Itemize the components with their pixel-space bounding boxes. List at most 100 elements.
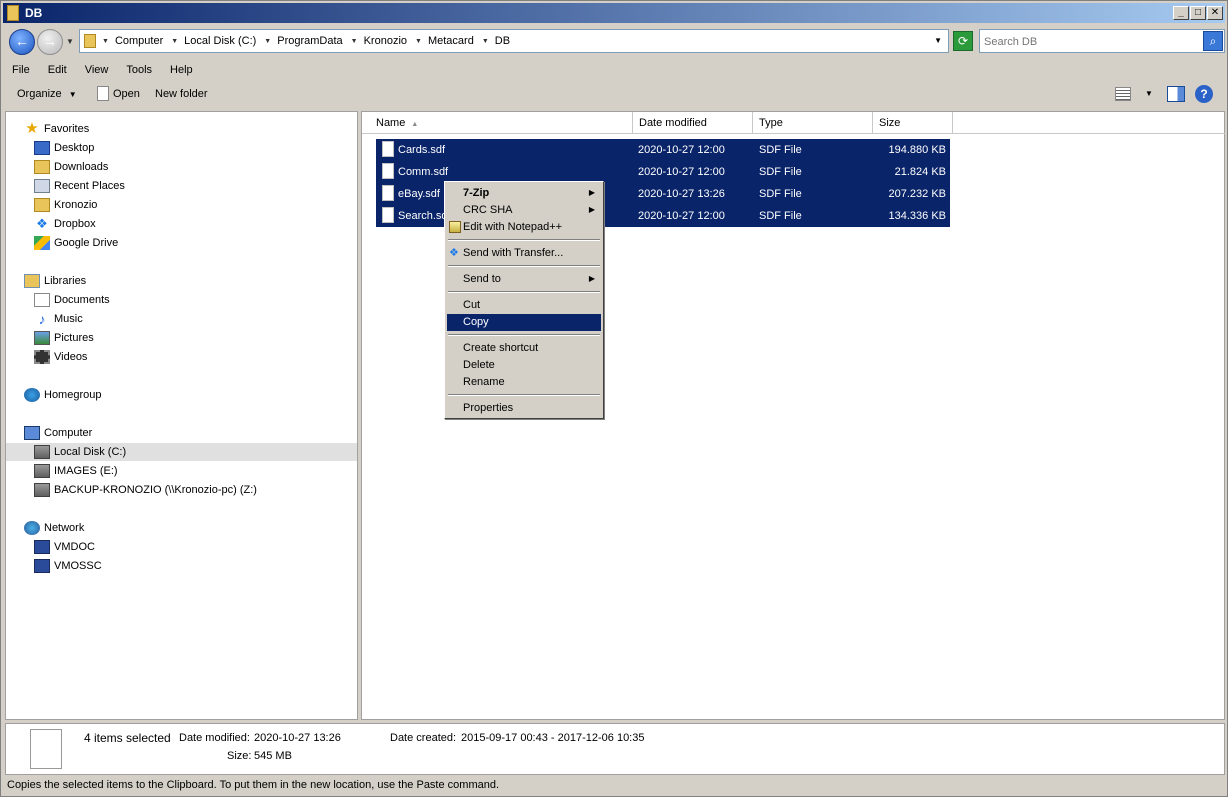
column-header-name[interactable]: Name ▲ [362, 112, 633, 134]
breadcrumb-item[interactable]: ▼ Kronozio [351, 35, 407, 47]
nav-documents[interactable]: Documents [34, 291, 110, 309]
network-drive-icon [34, 483, 50, 497]
libraries-icon [24, 274, 40, 288]
nav-vmossc[interactable]: VMOSSC [34, 557, 102, 575]
details-pane: 4 items selected Date modified: 2020-10-… [5, 723, 1225, 775]
menu-separator [448, 334, 600, 336]
menu-tools[interactable]: Tools [117, 61, 161, 81]
breadcrumb-item[interactable]: ▼ Metacard [415, 35, 474, 47]
address-field[interactable]: ▼ Computer ▼ Local Disk (C:) ▼ ProgramData … [79, 29, 949, 53]
size-value: 545 MB [254, 750, 292, 762]
star-icon: ★ [25, 120, 39, 137]
nav-dropbox[interactable]: ❖ Dropbox [34, 215, 95, 233]
chevron-down-icon[interactable]: ▼ [171, 38, 178, 45]
menu-item-create-shortcut[interactable]: Create shortcut [447, 340, 601, 357]
forward-button[interactable]: → [37, 29, 63, 55]
column-header-date[interactable]: Date modified [633, 112, 753, 134]
chevron-down-icon[interactable]: ▼ [415, 38, 422, 45]
nav-music[interactable]: ♪ Music [34, 310, 83, 328]
nav-downloads[interactable]: Downloads [34, 158, 108, 176]
menu-item-crc-sha[interactable]: CRC SHA ▶ [447, 202, 601, 219]
file-icon [382, 185, 394, 201]
table-row[interactable]: Cards.sdf 2020-10-27 12:00 SDF File 194.… [376, 139, 950, 161]
nav-desktop[interactable]: Desktop [34, 139, 94, 157]
menu-item-edit-notepad[interactable]: Edit with Notepad++ [447, 219, 601, 236]
network-icon [24, 521, 40, 535]
refresh-button[interactable]: ⟳ [953, 31, 973, 51]
dropbox-icon: ❖ [449, 247, 459, 259]
chevron-down-icon[interactable]: ▼ [264, 38, 271, 45]
nav-computer[interactable]: Computer [24, 424, 92, 442]
menu-item-delete[interactable]: Delete [447, 357, 601, 374]
menu-item-cut[interactable]: Cut [447, 297, 601, 314]
open-button[interactable]: Open [113, 88, 140, 100]
menu-item-rename[interactable]: Rename [447, 374, 601, 391]
address-history-chevron-icon[interactable]: ▼ [934, 36, 942, 45]
drive-icon [34, 445, 50, 459]
chevron-down-icon[interactable]: ▼ [1145, 89, 1153, 98]
folder-icon [84, 34, 96, 48]
column-header-filler [953, 112, 1225, 134]
status-bar: Copies the selected items to the Clipboa… [7, 779, 500, 791]
downloads-folder-icon [34, 160, 50, 174]
date-modified-label: Date modified: [179, 732, 250, 744]
recent-pages-chevron-icon[interactable]: ▼ [66, 37, 74, 46]
minimize-button[interactable]: _ [1173, 6, 1189, 20]
menu-item-properties[interactable]: Properties [447, 400, 601, 417]
menu-view[interactable]: View [76, 61, 118, 81]
menu-item-send-transfer[interactable]: ❖ Send with Transfer... [447, 245, 601, 262]
menu-separator [448, 239, 600, 241]
submenu-arrow-icon: ▶ [588, 205, 595, 214]
nav-libraries[interactable]: Libraries [24, 272, 86, 290]
chevron-down-icon[interactable]: ▼ [69, 90, 77, 99]
nav-network[interactable]: Network [24, 519, 84, 537]
search-icon[interactable]: ⌕ [1203, 31, 1223, 51]
close-button[interactable]: ✕ [1207, 6, 1223, 20]
table-row[interactable]: Comm.sdf 2020-10-27 12:00 SDF File 21.82… [376, 161, 950, 183]
desktop-icon [34, 141, 50, 155]
menu-item-copy[interactable]: Copy [447, 314, 601, 331]
chevron-down-icon[interactable]: ▼ [351, 38, 358, 45]
breadcrumb-item[interactable]: ▼ Local Disk (C:) [171, 35, 256, 47]
file-icon [97, 86, 109, 101]
nav-google-drive[interactable]: Google Drive [34, 234, 118, 252]
maximize-button[interactable]: □ [1190, 6, 1206, 20]
search-box[interactable]: ⌕ [979, 29, 1225, 53]
google-drive-icon [34, 236, 50, 250]
menu-item-send-to[interactable]: Send to ▶ [447, 271, 601, 288]
address-bar-row: ← → ▼ ▼ Computer ▼ Local Disk (C:) ▼ Progra… [3, 25, 1225, 59]
documents-icon [34, 293, 50, 307]
organize-button[interactable]: Organize ▼ [17, 88, 77, 100]
chevron-down-icon[interactable]: ▼ [482, 38, 489, 45]
search-input[interactable] [984, 34, 1194, 50]
nav-vmdoc[interactable]: VMDOC [34, 538, 95, 556]
menu-help[interactable]: Help [161, 61, 202, 81]
details-view-icon[interactable] [1115, 87, 1131, 101]
breadcrumb-item[interactable]: ▼ Computer [102, 35, 163, 47]
menu-item-7zip[interactable]: 7-Zip ▶ [447, 185, 601, 202]
chevron-down-icon[interactable]: ▼ [102, 38, 109, 45]
breadcrumb-item[interactable]: ▼ DB [482, 35, 510, 47]
menu-edit[interactable]: Edit [39, 61, 76, 81]
column-header-type[interactable]: Type [753, 112, 873, 134]
new-folder-button[interactable]: New folder [155, 88, 208, 100]
file-icon [382, 207, 394, 223]
nav-homegroup[interactable]: Homegroup [24, 386, 101, 404]
nav-local-disk-c[interactable]: Local Disk (C:) [6, 443, 357, 461]
command-bar: Organize ▼ Open New folder ▼ ? [3, 83, 1225, 107]
nav-pictures[interactable]: Pictures [34, 329, 94, 347]
column-header-size[interactable]: Size [873, 112, 953, 134]
breadcrumb-item[interactable]: ▼ ProgramData [264, 35, 342, 47]
nav-images-e[interactable]: IMAGES (E:) [34, 462, 118, 480]
preview-pane-icon[interactable] [1167, 86, 1185, 102]
nav-kronozio[interactable]: Kronozio [34, 196, 97, 214]
help-icon[interactable]: ? [1195, 85, 1213, 103]
computer-icon [34, 559, 50, 573]
menu-file[interactable]: File [3, 61, 39, 81]
date-modified-value: 2020-10-27 13:26 [254, 732, 341, 744]
back-button[interactable]: ← [9, 29, 35, 55]
nav-recent-places[interactable]: Recent Places [34, 177, 125, 195]
nav-backup-z[interactable]: BACKUP-KRONOZIO (\\Kronozio-pc) (Z:) [34, 481, 257, 499]
nav-favorites[interactable]: ★ Favorites [24, 120, 89, 138]
nav-videos[interactable]: Videos [34, 348, 87, 366]
